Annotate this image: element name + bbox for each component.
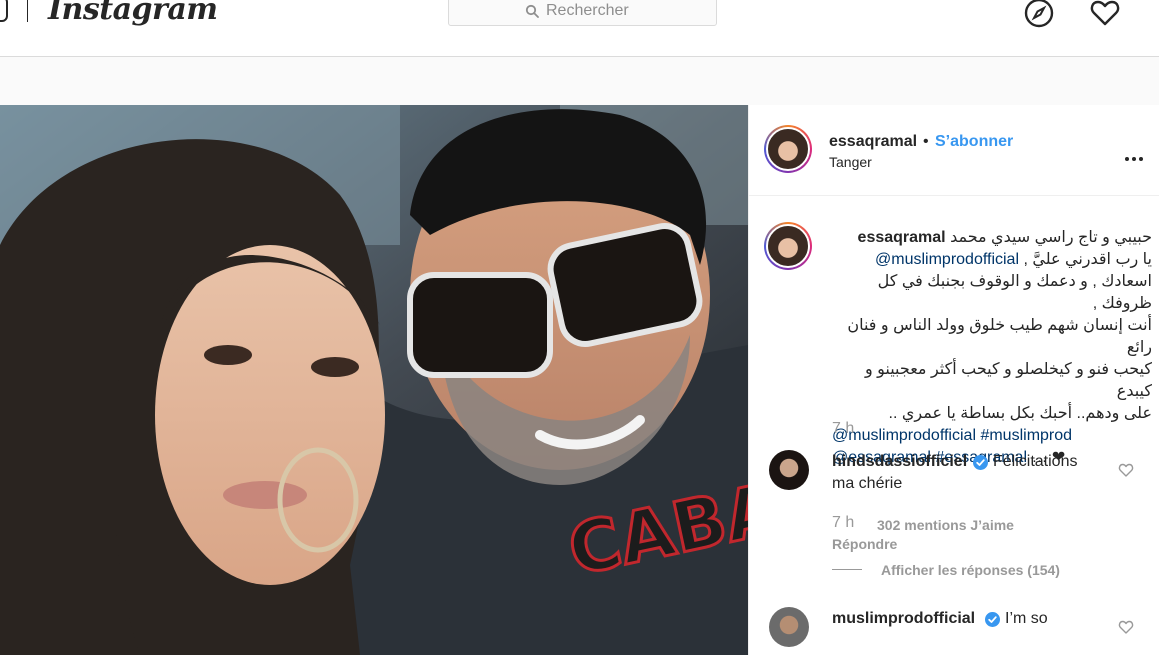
instagram-logo[interactable]: Instagram [48, 0, 218, 27]
caption-line-3: اسعادك , و دعمك و الوقوف بجنبك في كل ظرو… [877, 273, 1152, 312]
caption-tag-hashtag[interactable]: #muslimprod [980, 427, 1072, 444]
post-photo-art: CABA [0, 105, 748, 655]
replies-divider [832, 569, 862, 570]
author-username[interactable]: essaqramal [829, 133, 917, 151]
verified-badge-icon-2 [985, 612, 1000, 627]
compass-icon[interactable] [1022, 0, 1056, 30]
comment-username-2[interactable]: muslimprodofficial [832, 610, 975, 628]
comment-text-2: I’m so [1005, 610, 1048, 627]
comment-text: Félicitations [993, 453, 1078, 470]
heart-icon[interactable] [1088, 0, 1122, 30]
caption-mention[interactable]: @muslimprodofficial [875, 251, 1019, 268]
verified-badge-icon [973, 455, 988, 470]
caption-username[interactable]: essaqramal [858, 229, 946, 246]
caption-line-2: يا رب اقدرني عليَّ , [1023, 251, 1152, 268]
comment-avatar[interactable] [769, 450, 809, 490]
caption-line-4: أنت إنسان شهم طيب خلوق وولد الناس و فنان… [847, 317, 1152, 356]
comment-likes[interactable]: 302 mentions J’aime [877, 517, 1014, 533]
search-placeholder: Rechercher [546, 2, 629, 19]
comment-text-cont: ma chérie [832, 475, 903, 492]
search-input[interactable]: Rechercher [448, 0, 717, 26]
comment-like-heart-icon-2[interactable] [1118, 619, 1134, 635]
instagram-camera-icon[interactable] [0, 0, 8, 22]
author-avatar[interactable] [764, 125, 812, 173]
comment-like-heart-icon[interactable] [1118, 462, 1134, 478]
caption-line-6: على ودهم.. أحبك بكل بساطة يا عمري .. [888, 405, 1152, 422]
follow-button[interactable]: S’abonner [935, 133, 1013, 151]
post-header: essaqramal • S’abonner Tanger [749, 105, 1159, 196]
view-replies-button[interactable]: Afficher les réponses (154) [881, 562, 1060, 578]
post-photo[interactable]: CABA [0, 105, 748, 655]
page-background-band [0, 57, 1159, 105]
comment-avatar-2[interactable] [769, 607, 809, 647]
top-nav: Instagram Rechercher [0, 0, 1159, 57]
search-icon [525, 4, 539, 18]
more-options-icon[interactable] [1125, 148, 1147, 161]
caption-line-5: كيحب فنو و كيخلصلو و كيحب أكثر معجبينو و… [864, 361, 1152, 400]
caption-timestamp[interactable]: 7 h [832, 420, 854, 438]
logo-divider [27, 0, 28, 22]
separator-dot: • [923, 133, 929, 150]
post-side-panel: essaqramal • S’abonner Tanger حبيبي و تا… [748, 105, 1159, 655]
post-location[interactable]: Tanger [829, 154, 872, 170]
comment-username[interactable]: hindsdassiofficiel [832, 453, 967, 471]
comment-timestamp[interactable]: 7 h [832, 514, 854, 532]
caption-line-1: حبيبي و تاج راسي سيدي محمد [950, 229, 1152, 246]
caption-avatar[interactable] [764, 222, 812, 270]
post-caption: حبيبي و تاج راسي سيدي محمد essaqramal يا… [832, 227, 1152, 469]
reply-button[interactable]: Répondre [832, 536, 897, 552]
